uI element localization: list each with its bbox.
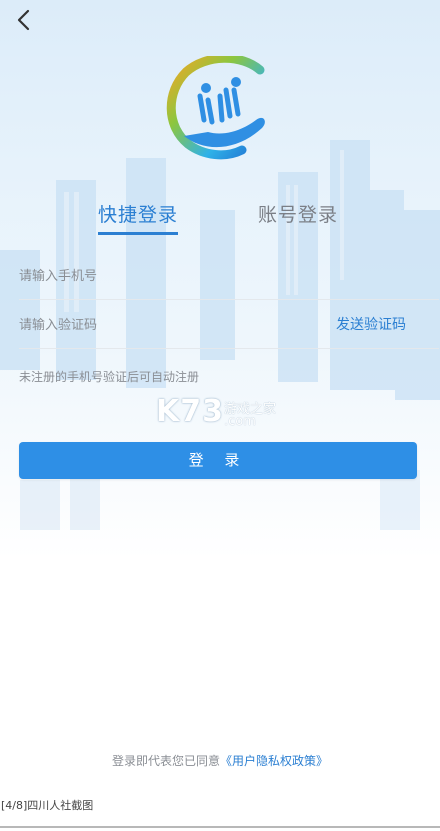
bottom-divider	[0, 826, 440, 828]
tab-account-login[interactable]: 账号登录	[258, 200, 338, 227]
agreement-prefix: 登录即代表您已同意	[111, 754, 220, 768]
app-logo-icon	[166, 56, 265, 160]
verification-code-input[interactable]	[19, 301, 319, 349]
watermark-main-text: K73	[156, 394, 224, 429]
tab-quick-login[interactable]: 快捷登录	[98, 200, 178, 227]
login-tabs: 快捷登录 账号登录	[0, 200, 440, 240]
phone-field	[19, 252, 439, 300]
login-button[interactable]: 登 录	[19, 442, 417, 479]
watermark-logo: K73 游戏之家 .com	[156, 394, 286, 432]
send-code-button[interactable]: 发送验证码	[336, 301, 406, 349]
verification-code-field: 发送验证码	[19, 301, 439, 349]
watermark-line2: .com	[224, 414, 256, 429]
back-button[interactable]	[10, 6, 38, 34]
screenshot-caption: [4/8]四川人社截图	[1, 799, 94, 812]
chevron-left-icon	[17, 9, 30, 31]
auto-register-hint: 未注册的手机号验证后可自动注册	[19, 370, 200, 384]
phone-input[interactable]	[19, 252, 319, 300]
active-tab-indicator	[98, 232, 178, 235]
privacy-policy-link[interactable]: 《用户隐私权政策》	[220, 754, 328, 768]
privacy-agreement: 登录即代表您已同意《用户隐私权政策》	[0, 752, 440, 769]
